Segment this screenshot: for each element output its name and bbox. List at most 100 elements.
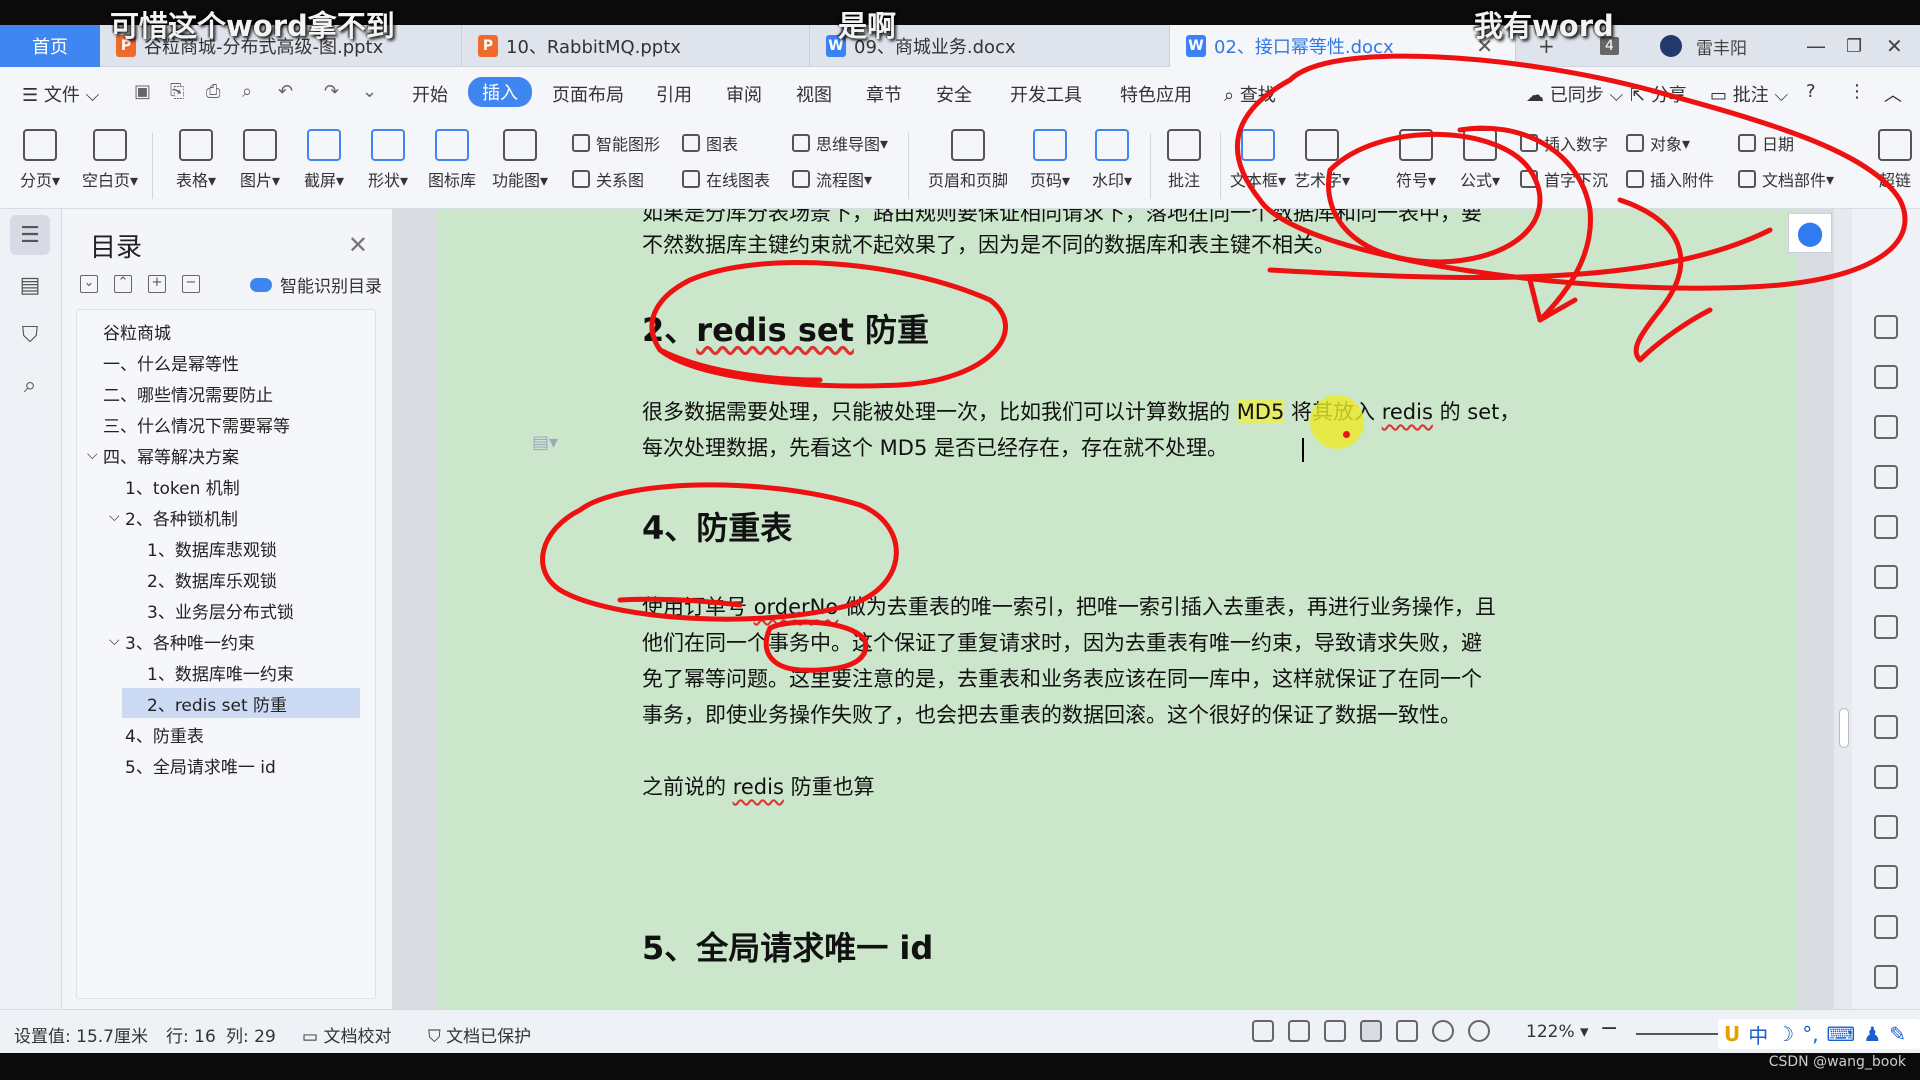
page-break-button[interactable]: 分页▾ xyxy=(8,127,72,191)
zoom-level[interactable]: 122% ▾ xyxy=(1526,1022,1589,1042)
table-tool-icon[interactable] xyxy=(1874,515,1898,539)
fill-icon[interactable] xyxy=(1874,465,1898,489)
textbox-button[interactable]: 文本框▾ xyxy=(1226,127,1290,191)
insert-number-button[interactable]: 插入数字 xyxy=(1520,131,1608,155)
smart-shape-button[interactable]: 智能图形 xyxy=(572,131,660,155)
menu-security[interactable]: 安全 xyxy=(936,81,972,107)
toc-item[interactable]: ⌵ 四、幂等解决方案 xyxy=(77,440,375,470)
blank-page-button[interactable]: 空白页▾ xyxy=(78,127,142,191)
page-view-icon[interactable] xyxy=(1360,1020,1382,1042)
drop-cap-button[interactable]: 首字下沉 xyxy=(1520,167,1608,191)
translate-icon[interactable] xyxy=(1874,815,1898,839)
more-icon[interactable]: ⋮ xyxy=(1848,81,1866,102)
archive-icon[interactable] xyxy=(1874,865,1898,889)
output-icon[interactable]: ⎘ xyxy=(170,81,184,102)
chart-tool-icon[interactable] xyxy=(1874,615,1898,639)
picture-tool-icon[interactable] xyxy=(1874,915,1898,939)
menu-search[interactable]: ⌕ 查找 xyxy=(1224,81,1276,107)
bookmark-icon[interactable]: ⛉ xyxy=(10,315,50,355)
remove-item-icon[interactable]: − xyxy=(182,275,200,293)
user-account[interactable]: 雷丰阳 xyxy=(1660,25,1747,67)
shape-button[interactable]: 形状▾ xyxy=(356,127,420,191)
toc-item[interactable]: 1、token 机制 xyxy=(77,471,375,501)
document-page[interactable]: 如果是分库分表场景下，路由规则要保证相同请求下，落地在同一个数据库和同一表中，要… xyxy=(438,209,1798,1009)
menu-devtools[interactable]: 开发工具 xyxy=(1010,81,1082,107)
find-icon[interactable]: ⌕ xyxy=(10,365,50,405)
pen-icon[interactable] xyxy=(1324,1020,1346,1042)
menu-special[interactable]: 特色应用 xyxy=(1120,81,1192,107)
art-text-button[interactable]: 艺术字▾ xyxy=(1290,127,1354,191)
toc-item[interactable]: 1、数据库唯一约束 xyxy=(77,657,375,687)
close-window-icon[interactable]: ✕ xyxy=(1886,25,1903,67)
toc-item-selected[interactable]: 2、redis set 防重 xyxy=(122,688,360,718)
toc-item[interactable]: ⌵ 2、各种锁机制 xyxy=(77,502,375,532)
fullscreen-icon[interactable] xyxy=(1252,1020,1274,1042)
settings-icon[interactable] xyxy=(1874,665,1898,689)
watermark-button[interactable]: 水印▾ xyxy=(1080,127,1144,191)
header-footer-button[interactable]: 页眉和页脚 xyxy=(918,127,1018,191)
picture-button[interactable]: 图片▾ xyxy=(228,127,292,191)
shape-tool-icon[interactable] xyxy=(1874,415,1898,439)
toc-item[interactable]: ⌵ 3、各种唯一约束 xyxy=(77,626,375,656)
document-canvas[interactable]: 如果是分库分表场景下，路由规则要保证相同请求下，落地在同一个数据库和同一表中，要… xyxy=(392,209,1834,1009)
toc-item[interactable]: 2、数据库乐观锁 xyxy=(77,564,375,594)
print-icon[interactable]: ⎙ xyxy=(206,81,220,102)
paragraph-handle-icon[interactable]: ▤▾ xyxy=(532,432,558,454)
toc-item[interactable]: 三、什么情况下需要幂等 xyxy=(77,409,375,439)
toc-item[interactable]: 3、业务层分布式锁 xyxy=(77,595,375,625)
thumbnail-icon[interactable]: ▤ xyxy=(10,265,50,305)
date-button[interactable]: 日期 xyxy=(1738,131,1794,155)
tab-home[interactable]: 首页 xyxy=(0,25,100,67)
chevron-down-icon[interactable]: ⌵ xyxy=(87,447,98,463)
hyperlink-button[interactable]: 超链 xyxy=(1870,127,1920,191)
proofread-button[interactable]: ▭ 文档校对 xyxy=(302,1022,391,1047)
eye-care-icon[interactable] xyxy=(1468,1020,1490,1042)
formula-button[interactable]: 公式▾ xyxy=(1448,127,1512,191)
collapse-ribbon-icon[interactable]: ︿ xyxy=(1884,81,1902,107)
icon-lib-button[interactable]: 图标库 xyxy=(420,127,484,191)
redo-icon[interactable]: ↷ xyxy=(324,81,339,102)
menu-share[interactable]: ⇱ 分享 xyxy=(1630,81,1687,107)
share-tool-icon[interactable] xyxy=(1874,765,1898,789)
location-pin-icon[interactable]: ⬤ xyxy=(1788,213,1832,253)
menu-synced[interactable]: ☁ 已同步 ⌵ xyxy=(1526,81,1623,107)
menu-file[interactable]: ☰ 文件 ⌵ xyxy=(22,81,99,107)
collapse-all-icon[interactable]: ⌃ xyxy=(114,275,132,293)
doc-parts-button[interactable]: 文档部件 ▾ xyxy=(1738,167,1834,191)
object-button[interactable]: 对象 ▾ xyxy=(1626,131,1690,155)
menu-insert[interactable]: 插入 xyxy=(468,77,532,107)
select-tool-icon[interactable] xyxy=(1874,315,1898,339)
toc-item[interactable]: 1、数据库悲观锁 xyxy=(77,533,375,563)
toc-list-icon[interactable]: ☰ xyxy=(10,215,50,255)
scrollbar-thumb[interactable] xyxy=(1839,708,1849,748)
undo-icon[interactable]: ↶ xyxy=(278,81,293,102)
menu-comment[interactable]: ▭ 批注 ⌵ xyxy=(1710,81,1788,107)
menu-chapter[interactable]: 章节 xyxy=(866,81,902,107)
chart-button[interactable]: 图表 xyxy=(682,131,738,155)
tab-docx-idempotency[interactable]: W 02、接口幂等性.docx ✕ xyxy=(1170,25,1516,67)
restore-icon[interactable]: ❐ xyxy=(1846,25,1862,67)
image-tool-icon[interactable] xyxy=(1874,715,1898,739)
add-item-icon[interactable]: + xyxy=(148,275,166,293)
read-mode-icon[interactable] xyxy=(1288,1020,1310,1042)
symbol-button[interactable]: 符号▾ xyxy=(1384,127,1448,191)
chevron-down-icon[interactable]: ⌵ xyxy=(109,509,120,525)
toc-item[interactable]: 4、防重表 xyxy=(77,719,375,749)
menu-review[interactable]: 审阅 xyxy=(726,81,762,107)
tab-pptx-rabbitmq[interactable]: P 10、RabbitMQ.pptx xyxy=(462,25,810,67)
backup-icon[interactable] xyxy=(1874,965,1898,989)
menu-start[interactable]: 开始 xyxy=(412,81,448,107)
expand-all-icon[interactable]: ⌄ xyxy=(80,275,98,293)
toc-item[interactable]: 一、什么是幂等性 xyxy=(77,347,375,377)
minimize-icon[interactable]: — xyxy=(1806,25,1826,67)
attachment-button[interactable]: 插入附件 xyxy=(1626,167,1714,191)
mind-map-button[interactable]: 思维导图 ▾ xyxy=(792,131,888,155)
annotate-button[interactable]: 批注 xyxy=(1152,127,1216,191)
toc-item[interactable]: 二、哪些情况需要防止 xyxy=(77,378,375,408)
outline-view-icon[interactable] xyxy=(1396,1020,1418,1042)
zoom-slider[interactable] xyxy=(1636,1033,1726,1035)
toc-item[interactable]: 谷粒商城 xyxy=(77,316,375,346)
toc-item[interactable]: 5、全局请求唯一 id xyxy=(77,750,375,780)
menu-layout[interactable]: 页面布局 xyxy=(552,81,624,107)
web-view-icon[interactable] xyxy=(1432,1020,1454,1042)
